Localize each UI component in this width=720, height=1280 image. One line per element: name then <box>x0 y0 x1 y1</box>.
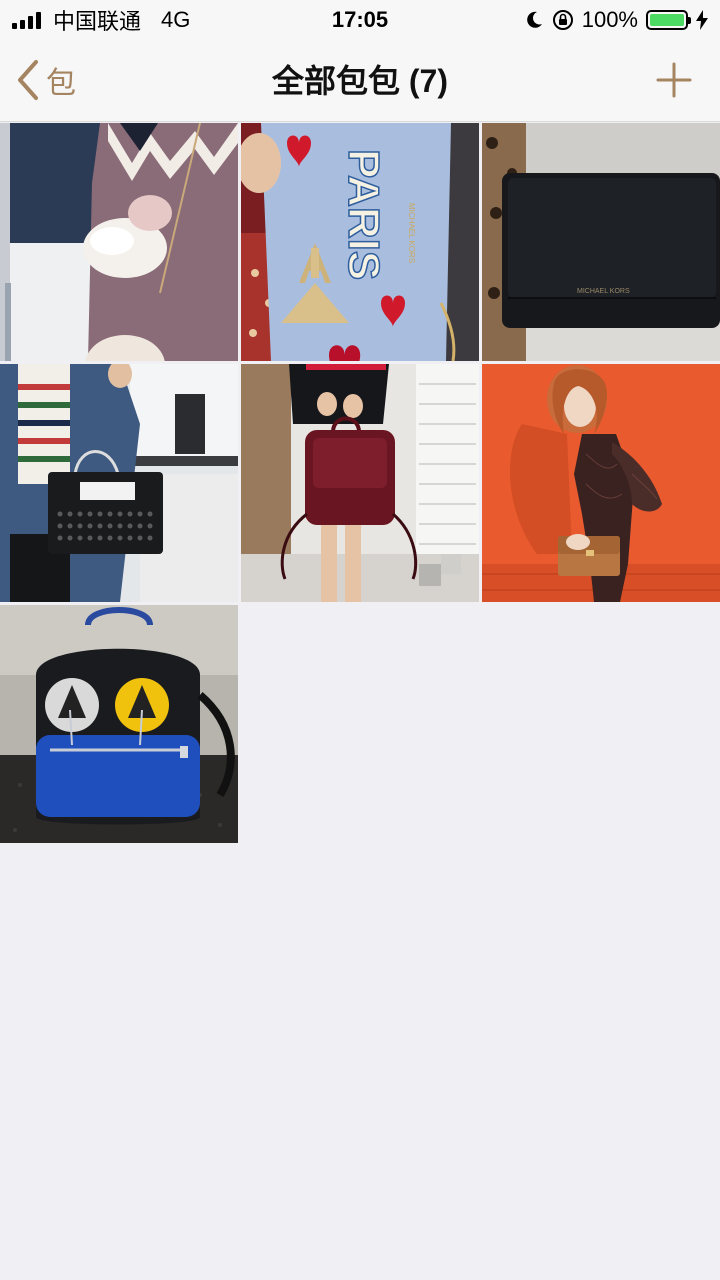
charging-icon <box>696 10 708 30</box>
status-bar: 中国联通 4G 17:05 100% <box>0 0 720 40</box>
photo-thumbnail-6[interactable] <box>482 364 720 602</box>
photo-grid: PARIS MICHAEL KORS MICHAEL KORS <box>0 123 720 843</box>
status-right: 100% <box>524 0 708 40</box>
network-label: 4G <box>161 7 191 32</box>
signal-icon <box>12 11 41 29</box>
svg-text:MICHAEL KORS: MICHAEL KORS <box>407 203 416 263</box>
status-left: 中国联通 4G <box>12 0 190 40</box>
photo-white-fur-pouch <box>0 123 238 361</box>
navigation-bar: 包 全部包包 (7) <box>0 40 720 122</box>
battery-fill <box>650 14 684 26</box>
rotation-lock-icon <box>552 10 573 30</box>
photo-black-crossbody: MICHAEL KORS <box>482 123 720 361</box>
photo-thumbnail-3[interactable]: MICHAEL KORS <box>482 123 720 361</box>
photo-tan-crossbody <box>482 364 720 602</box>
photo-burgundy-backpack <box>241 364 479 602</box>
photo-thumbnail-4[interactable] <box>0 364 238 602</box>
back-label: 包 <box>46 67 76 100</box>
moon-icon <box>526 11 542 28</box>
photo-thumbnail-7[interactable] <box>0 605 238 843</box>
photo-thumbnail-1[interactable] <box>0 123 238 361</box>
photo-monster-backpack <box>0 605 238 843</box>
battery-icon <box>646 10 691 30</box>
photo-thumbnail-5[interactable] <box>241 364 479 602</box>
wallet-paris-text: PARIS <box>339 149 388 280</box>
svg-text:MICHAEL KORS: MICHAEL KORS <box>577 288 630 295</box>
photo-black-studded-tote <box>0 364 238 602</box>
chevron-left-icon <box>18 60 38 100</box>
battery-percent: 100% <box>581 7 638 32</box>
back-button[interactable]: 包 <box>16 58 76 102</box>
carrier-label: 中国联通 <box>53 9 142 34</box>
add-button[interactable] <box>656 62 692 98</box>
photo-paris-wallet: PARIS MICHAEL KORS <box>241 123 479 361</box>
page-title: 全部包包 (7) <box>271 63 448 99</box>
photo-thumbnail-2[interactable]: PARIS MICHAEL KORS <box>241 123 479 361</box>
